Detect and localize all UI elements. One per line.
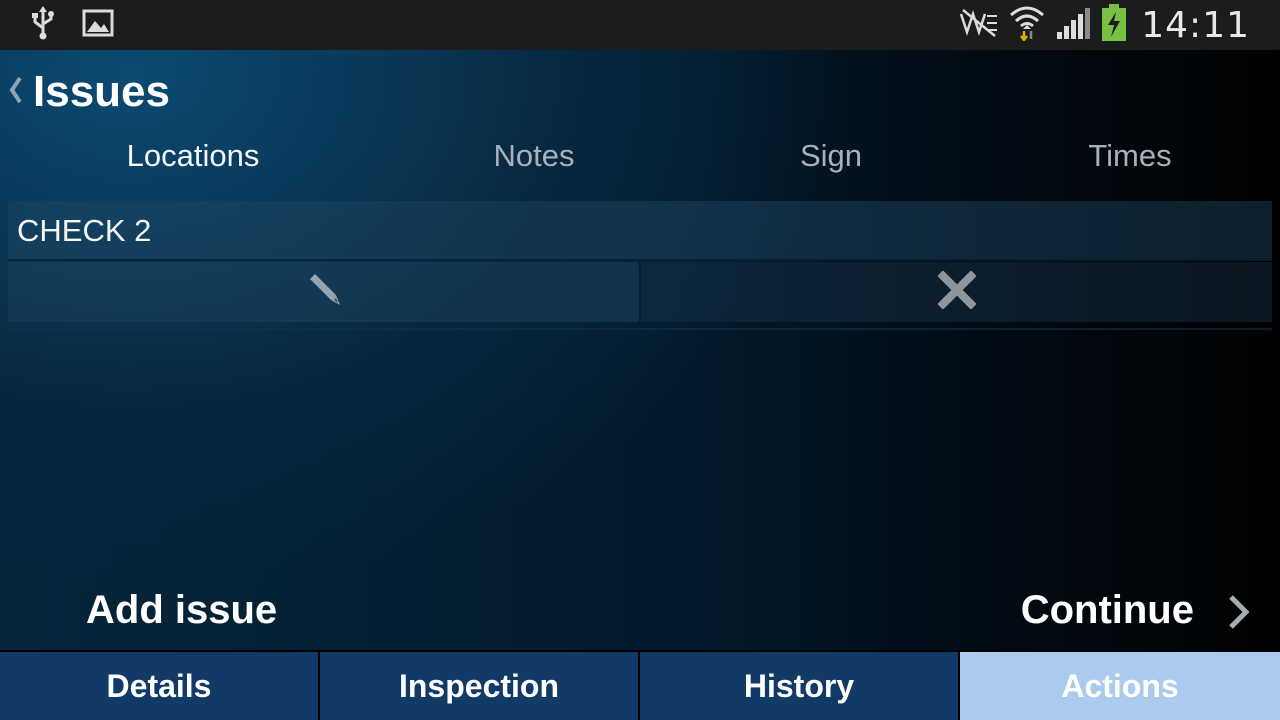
nfc-icon <box>957 8 999 43</box>
main-content: Issues Locations Notes Sign Times CHECK … <box>0 50 1280 650</box>
tab-times[interactable]: Times <box>1088 138 1171 174</box>
signal-icon <box>1055 6 1091 45</box>
bottom-tab-actions[interactable]: Actions <box>960 652 1280 720</box>
edit-issue-button[interactable] <box>8 262 639 322</box>
continue-button[interactable]: Continue <box>1021 588 1194 633</box>
issue-item-actions <box>8 262 1272 322</box>
back-chevron-icon[interactable] <box>8 76 22 109</box>
close-icon <box>936 269 977 314</box>
chevron-right-icon[interactable] <box>1226 594 1252 635</box>
bottom-tab-inspection[interactable]: Inspection <box>320 652 638 720</box>
tab-locations[interactable]: Locations <box>127 138 260 174</box>
bottom-tab-history[interactable]: History <box>640 652 958 720</box>
bottom-tab-bar: Details Inspection History Actions <box>0 650 1280 720</box>
clock: 14:11 <box>1141 4 1250 46</box>
issue-item-label[interactable]: CHECK 2 <box>8 201 1272 261</box>
tab-notes[interactable]: Notes <box>494 138 575 174</box>
add-issue-button[interactable]: Add issue <box>86 588 277 633</box>
delete-issue-button[interactable] <box>639 262 1272 322</box>
status-bar: 14:11 <box>0 0 1280 50</box>
image-icon <box>82 9 114 42</box>
usb-icon <box>30 5 56 45</box>
bottom-tab-details[interactable]: Details <box>0 652 318 720</box>
list-divider <box>8 328 1272 330</box>
battery-charging-icon <box>1101 3 1127 47</box>
pencil-icon <box>306 273 342 312</box>
top-tabs: Locations Notes Sign Times <box>0 138 1280 186</box>
wifi-icon <box>1009 5 1045 46</box>
page-title[interactable]: Issues <box>33 67 170 117</box>
tab-sign[interactable]: Sign <box>800 138 862 174</box>
